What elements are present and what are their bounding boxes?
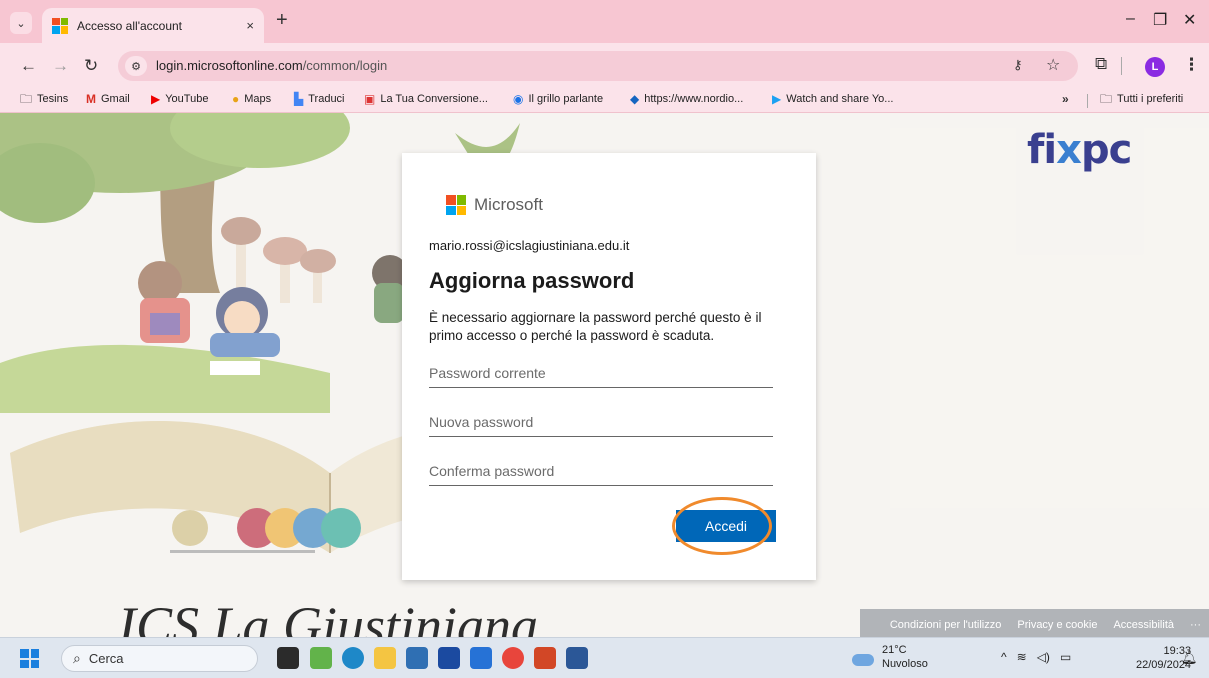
- gmail-icon: M: [86, 92, 96, 106]
- notification-bell-icon[interactable]: 🔔︎: [1181, 650, 1198, 666]
- footer-links: Condizioni per l'utilizzo Privacy e cook…: [890, 619, 1201, 631]
- url-text[interactable]: login.microsoftonline.com/common/login: [156, 58, 387, 73]
- url-path: /common/login: [302, 58, 388, 73]
- password-key-icon[interactable]: ⚷: [1013, 57, 1023, 73]
- reload-icon[interactable]: ↻: [84, 56, 98, 76]
- microsoft-brand-text: Microsoft: [474, 195, 543, 214]
- weather-desc: Nuvoloso: [882, 658, 928, 670]
- bookmark-item-youtube[interactable]: ▶ YouTube: [151, 93, 208, 105]
- widgets-icon[interactable]: [310, 647, 332, 669]
- grillo-icon: ◉: [513, 92, 524, 106]
- footer-link-accessibility[interactable]: Accessibilità: [1113, 619, 1174, 631]
- new-tab-button[interactable]: +: [276, 9, 288, 32]
- minimize-button[interactable]: –: [1126, 10, 1135, 28]
- tab-active[interactable]: Accesso all'account ×: [42, 8, 264, 43]
- site-icon: ◆: [630, 92, 640, 106]
- toolbar-divider: [1121, 57, 1122, 75]
- battery-icon[interactable]: ▭: [1060, 650, 1071, 664]
- restore-button[interactable]: ❐: [1153, 10, 1167, 30]
- dialog-description: È necessario aggiornare la password perc…: [429, 310, 762, 343]
- bookmark-item-nordio[interactable]: ◆ https://www.nordio...: [630, 93, 743, 105]
- microsoft-favicon-icon: [52, 17, 68, 34]
- footer-link-terms[interactable]: Condizioni per l'utilizzo: [890, 619, 1002, 631]
- tab-search-button[interactable]: ⌄: [10, 12, 32, 34]
- dialog-title: Aggiorna password: [429, 268, 635, 293]
- profile-avatar[interactable]: L: [1145, 57, 1165, 77]
- chrome-icon[interactable]: [502, 647, 524, 669]
- tab-bar: ⌄ Accesso all'account × + – ❐ ✕: [0, 0, 1209, 43]
- volume-icon[interactable]: ◁): [1037, 650, 1050, 664]
- chevron-down-icon: ⌄: [16, 17, 26, 30]
- app-icon[interactable]: [438, 647, 460, 669]
- system-tray: ^ ≋ ◁) ▭: [1001, 650, 1071, 664]
- maps-pin-icon: ●: [232, 92, 240, 106]
- store-icon[interactable]: [406, 647, 428, 669]
- accedi-button[interactable]: Accedi: [676, 510, 776, 542]
- weather-temp: 21°C: [882, 644, 907, 656]
- bookmark-item-traduci[interactable]: ▙ Traduci: [294, 93, 345, 105]
- tab-title: Accesso all'account: [77, 18, 183, 33]
- bookmarks-divider: [1087, 94, 1088, 108]
- account-identifier[interactable]: mario.rossi@icslagiustiniana.edu.it: [429, 238, 629, 253]
- bookmark-item-maps[interactable]: ● Maps: [232, 93, 271, 105]
- current-password-field[interactable]: [429, 358, 773, 388]
- bookmark-item-tesins[interactable]: 🗀 Tesins: [20, 93, 68, 105]
- bookmark-item-watch[interactable]: ▶ Watch and share Yo...: [772, 93, 893, 105]
- edge-icon[interactable]: [342, 647, 364, 669]
- convert-icon: ▣: [364, 92, 376, 106]
- confirm-password-field[interactable]: [429, 456, 773, 486]
- mail-icon[interactable]: [470, 647, 492, 669]
- task-view-icon[interactable]: [277, 647, 299, 669]
- windows-taskbar: ⌕ Cerca 21°C Nuvoloso ^ ≋ ◁) ▭ 19:33 22/0…: [0, 637, 1209, 678]
- youtube-icon: ▶: [151, 92, 161, 106]
- footer-link-privacy[interactable]: Privacy e cookie: [1017, 619, 1097, 631]
- new-password-field[interactable]: [429, 407, 773, 437]
- kebab-menu-icon[interactable]: ⋮: [1183, 55, 1200, 75]
- school-name: ICS La Giustiniana: [118, 596, 539, 637]
- close-window-button[interactable]: ✕: [1183, 10, 1196, 30]
- wifi-icon[interactable]: ≋: [1017, 650, 1027, 664]
- extensions-puzzle-icon[interactable]: ⧉: [1095, 54, 1107, 74]
- powerpoint-icon[interactable]: [534, 647, 556, 669]
- login-page: fixpc Microsoft mario.rossi@icslagiustin…: [0, 113, 1209, 637]
- bookmark-item-conversione[interactable]: ▣ La Tua Conversione...: [364, 93, 488, 105]
- folder-icon: 🗀: [1100, 92, 1113, 106]
- site-info-icon[interactable]: ⚙: [125, 56, 147, 76]
- bookmark-item-gmail[interactable]: M Gmail: [86, 93, 130, 105]
- search-icon: ⌕: [73, 650, 81, 666]
- weather-widget[interactable]: 21°C Nuvoloso: [852, 643, 928, 671]
- address-bar[interactable]: ⚙ login.microsoftonline.com/common/login…: [118, 51, 1078, 81]
- video-icon: ▶: [772, 92, 782, 106]
- forward-arrow-icon[interactable]: →: [52, 56, 69, 76]
- chevron-up-icon[interactable]: ^: [1001, 650, 1007, 664]
- fixpc-logo: fixpc: [1027, 127, 1132, 173]
- all-bookmarks-button[interactable]: 🗀 Tutti i preferiti: [1100, 93, 1183, 105]
- bookmarks-bar: 🗀 Tesins M Gmail ▶ YouTube ● Maps ▙ Traduci ▣…: [0, 89, 1209, 113]
- file-explorer-icon[interactable]: [374, 647, 396, 669]
- back-arrow-icon[interactable]: ←: [20, 56, 37, 76]
- update-password-dialog: Microsoft mario.rossi@icslagiustiniana.e…: [402, 153, 816, 580]
- browser-toolbar: ← → ↻ ⚙ login.microsoftonline.com/common…: [0, 43, 1209, 89]
- translate-icon: ▙: [294, 92, 304, 106]
- taskbar-search[interactable]: ⌕ Cerca: [61, 645, 258, 672]
- bookmarks-overflow-button[interactable]: »: [1062, 92, 1069, 106]
- bookmark-item-grillo[interactable]: ◉ Il grillo parlante: [513, 93, 603, 105]
- microsoft-logo-icon: [446, 195, 466, 215]
- microsoft-logo: Microsoft: [446, 195, 543, 215]
- cloud-icon: [852, 654, 874, 666]
- start-button-icon[interactable]: [20, 649, 39, 668]
- url-host: login.microsoftonline.com: [156, 58, 303, 73]
- word-icon[interactable]: [566, 647, 588, 669]
- tab-close-icon[interactable]: ×: [246, 18, 254, 33]
- bookmark-star-icon[interactable]: ☆: [1046, 55, 1060, 75]
- folder-icon: 🗀: [20, 92, 33, 106]
- footer-more-button[interactable]: ···: [1190, 619, 1201, 631]
